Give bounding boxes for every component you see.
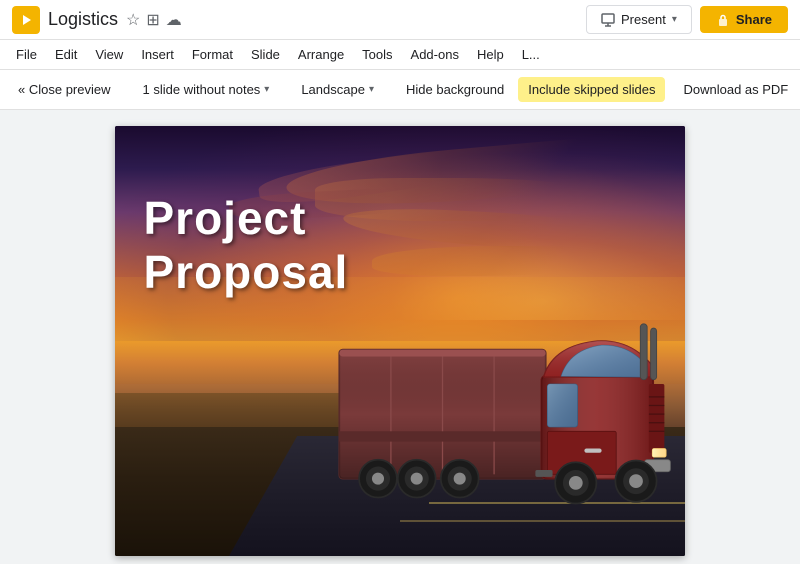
menu-arrange[interactable]: Arrange	[290, 43, 352, 66]
menu-format[interactable]: Format	[184, 43, 241, 66]
close-preview-button[interactable]: « Close preview	[8, 77, 121, 102]
lock-icon	[716, 13, 730, 27]
slide-title: Project Proposal	[144, 191, 349, 299]
orientation-button[interactable]: Landscape ▾	[291, 77, 384, 102]
menu-edit[interactable]: Edit	[47, 43, 85, 66]
menu-help[interactable]: Help	[469, 43, 512, 66]
present-chevron: ▾	[672, 14, 677, 25]
menu-addons[interactable]: Add-ons	[403, 43, 467, 66]
orientation-chevron: ▾	[369, 84, 374, 95]
include-skipped-button[interactable]: Include skipped slides	[518, 77, 665, 102]
print-toolbar: « Close preview 1 slide without notes ▾ …	[0, 70, 800, 110]
main-area: Project Proposal	[0, 110, 800, 564]
present-button[interactable]: Present ▾	[586, 5, 692, 34]
menu-more[interactable]: L...	[514, 43, 548, 66]
menu-file[interactable]: File	[8, 43, 45, 66]
share-button[interactable]: Share	[700, 6, 788, 33]
download-pdf-button[interactable]: Download as PDF	[673, 77, 798, 102]
menu-bar: File Edit View Insert Format Slide Arran…	[0, 40, 800, 70]
app-title: Logistics	[48, 9, 118, 30]
slide-background: Project Proposal	[115, 126, 685, 556]
app-icon	[12, 6, 40, 34]
menu-slide[interactable]: Slide	[243, 43, 288, 66]
slides-selector-button[interactable]: 1 slide without notes ▾	[133, 77, 280, 102]
cloud-icon[interactable]: ☁	[166, 10, 182, 30]
drive-icon[interactable]: ⊞	[146, 10, 159, 30]
menu-insert[interactable]: Insert	[133, 43, 182, 66]
hide-background-button[interactable]: Hide background	[396, 77, 514, 102]
menu-view[interactable]: View	[87, 43, 131, 66]
truck-illustration	[326, 298, 679, 522]
present-icon	[601, 13, 615, 27]
slides-chevron: ▾	[264, 84, 269, 95]
menu-tools[interactable]: Tools	[354, 43, 400, 66]
star-icon[interactable]: ☆	[126, 10, 140, 30]
slide-preview: Project Proposal	[115, 126, 685, 556]
